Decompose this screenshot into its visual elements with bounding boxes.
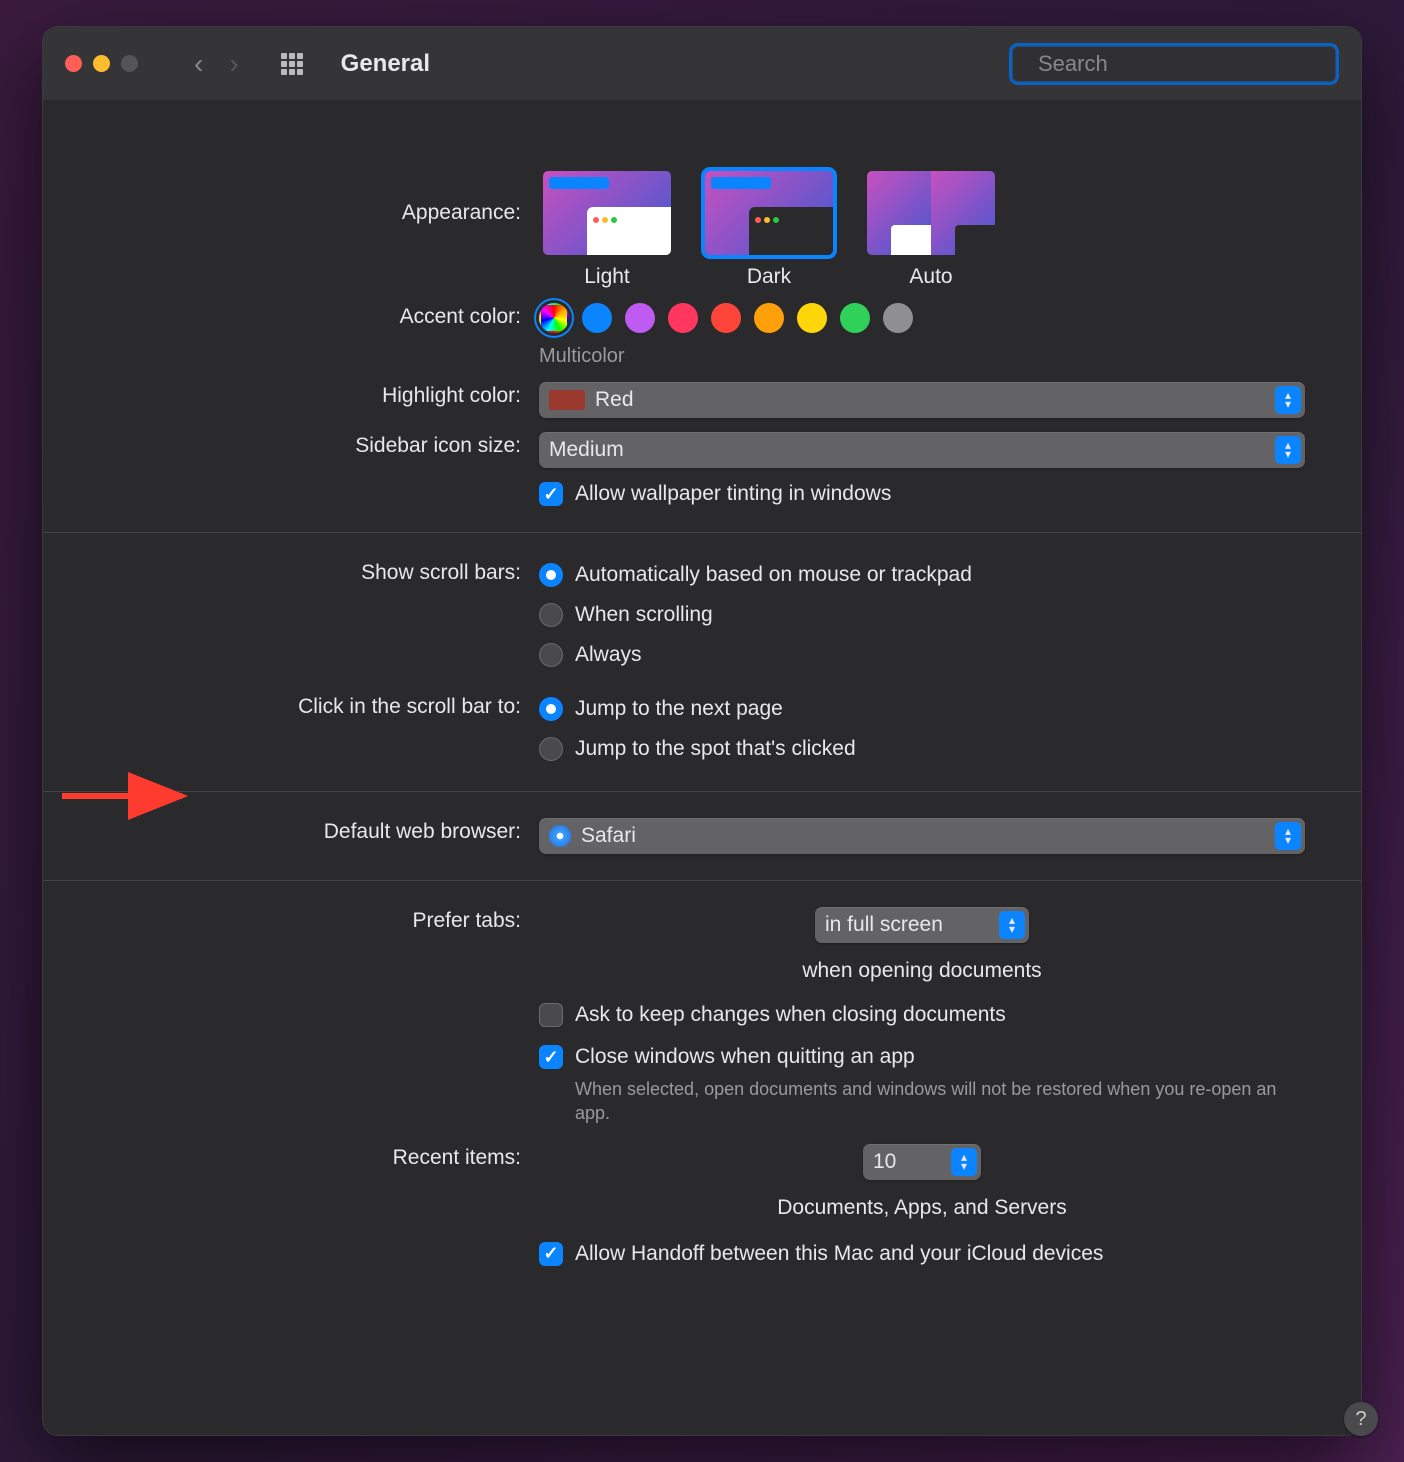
radio-icon — [539, 643, 563, 667]
accent-multicolor[interactable] — [539, 303, 569, 333]
appearance-label: Appearance: — [99, 167, 539, 225]
recent-items-value: 10 — [873, 1150, 896, 1174]
recent-items-label: Recent items: — [99, 1144, 539, 1170]
click-scrollbar-label: Click in the scroll bar to: — [99, 693, 539, 719]
click-spot-radio[interactable]: Jump to the spot that's clicked — [539, 737, 1305, 761]
close-window-button[interactable] — [65, 55, 82, 72]
appearance-light[interactable]: Light — [539, 167, 675, 289]
titlebar: ‹ › General — [43, 27, 1361, 101]
preferences-window: ‹ › General Appearance: Light — [42, 26, 1362, 1436]
close-windows-help: When selected, open documents and window… — [575, 1077, 1295, 1126]
highlight-value: Red — [595, 388, 634, 412]
default-browser-label: Default web browser: — [99, 818, 539, 844]
zoom-window-button[interactable] — [121, 55, 138, 72]
safari-icon — [549, 825, 571, 847]
search-field[interactable] — [1009, 43, 1339, 85]
appearance-light-label: Light — [584, 265, 630, 289]
scroll-when-scrolling-radio[interactable]: When scrolling — [539, 603, 1305, 627]
show-all-icon[interactable] — [281, 53, 303, 75]
forward-button[interactable]: › — [229, 48, 238, 80]
appearance-auto[interactable]: Auto — [863, 167, 999, 289]
accent-yellow[interactable] — [797, 303, 827, 333]
default-browser-value: Safari — [581, 824, 636, 848]
prefer-tabs-value: in full screen — [825, 913, 943, 937]
prefer-tabs-label: Prefer tabs: — [99, 907, 539, 933]
checkbox-icon — [539, 1003, 563, 1027]
appearance-dark-label: Dark — [747, 265, 791, 289]
show-scrollbars-label: Show scroll bars: — [99, 559, 539, 585]
search-input[interactable] — [1036, 50, 1328, 78]
wallpaper-tinting-checkbox[interactable]: Allow wallpaper tinting in windows — [539, 482, 1305, 506]
recent-items-suffix: Documents, Apps, and Servers — [777, 1196, 1066, 1220]
sidebar-size-value: Medium — [549, 438, 624, 462]
scroll-auto-radio[interactable]: Automatically based on mouse or trackpad — [539, 563, 1305, 587]
accent-green[interactable] — [840, 303, 870, 333]
wallpaper-tinting-label: Allow wallpaper tinting in windows — [575, 482, 891, 506]
accent-purple[interactable] — [625, 303, 655, 333]
accent-graphite[interactable] — [883, 303, 913, 333]
content: Appearance: Light Dark Auto — [43, 101, 1361, 1435]
highlight-label: Highlight color: — [99, 382, 539, 408]
radio-icon — [539, 563, 563, 587]
sidebar-size-label: Sidebar icon size: — [99, 432, 539, 458]
checkbox-icon — [539, 1045, 563, 1069]
default-browser-popup[interactable]: Safari — [539, 818, 1305, 854]
checkbox-icon — [539, 482, 563, 506]
highlight-color-chip — [549, 390, 585, 410]
handoff-label: Allow Handoff between this Mac and your … — [575, 1242, 1103, 1266]
popup-stepper-icon — [951, 1148, 977, 1176]
accent-pink[interactable] — [668, 303, 698, 333]
ask-keep-changes-label: Ask to keep changes when closing documen… — [575, 1003, 1006, 1027]
checkbox-icon — [539, 1242, 563, 1266]
accent-orange[interactable] — [754, 303, 784, 333]
accent-red[interactable] — [711, 303, 741, 333]
radio-icon — [539, 737, 563, 761]
popup-stepper-icon — [1275, 386, 1301, 414]
radio-icon — [539, 603, 563, 627]
close-windows-checkbox[interactable]: Close windows when quitting an app — [539, 1045, 1305, 1069]
traffic-lights — [65, 55, 138, 72]
popup-stepper-icon — [1275, 436, 1301, 464]
appearance-auto-label: Auto — [909, 265, 952, 289]
back-button[interactable]: ‹ — [194, 48, 203, 80]
accent-label: Accent color: — [99, 303, 539, 329]
prefer-tabs-suffix: when opening documents — [802, 959, 1041, 983]
sidebar-size-popup[interactable]: Medium — [539, 432, 1305, 468]
accent-caption: Multicolor — [539, 345, 1305, 368]
accent-blue[interactable] — [582, 303, 612, 333]
recent-items-popup[interactable]: 10 — [863, 1144, 981, 1180]
click-next-page-radio[interactable]: Jump to the next page — [539, 697, 1305, 721]
handoff-checkbox[interactable]: Allow Handoff between this Mac and your … — [539, 1242, 1305, 1266]
prefer-tabs-popup[interactable]: in full screen — [815, 907, 1029, 943]
ask-keep-changes-checkbox[interactable]: Ask to keep changes when closing documen… — [539, 1003, 1305, 1027]
popup-stepper-icon — [999, 911, 1025, 939]
popup-stepper-icon — [1275, 822, 1301, 850]
nav-arrows: ‹ › — [194, 48, 239, 80]
scroll-always-radio[interactable]: Always — [539, 643, 1305, 667]
radio-icon — [539, 697, 563, 721]
close-windows-label: Close windows when quitting an app — [575, 1045, 915, 1069]
minimize-window-button[interactable] — [93, 55, 110, 72]
appearance-dark[interactable]: Dark — [701, 167, 837, 289]
highlight-popup[interactable]: Red — [539, 382, 1305, 418]
window-title: General — [341, 50, 430, 78]
